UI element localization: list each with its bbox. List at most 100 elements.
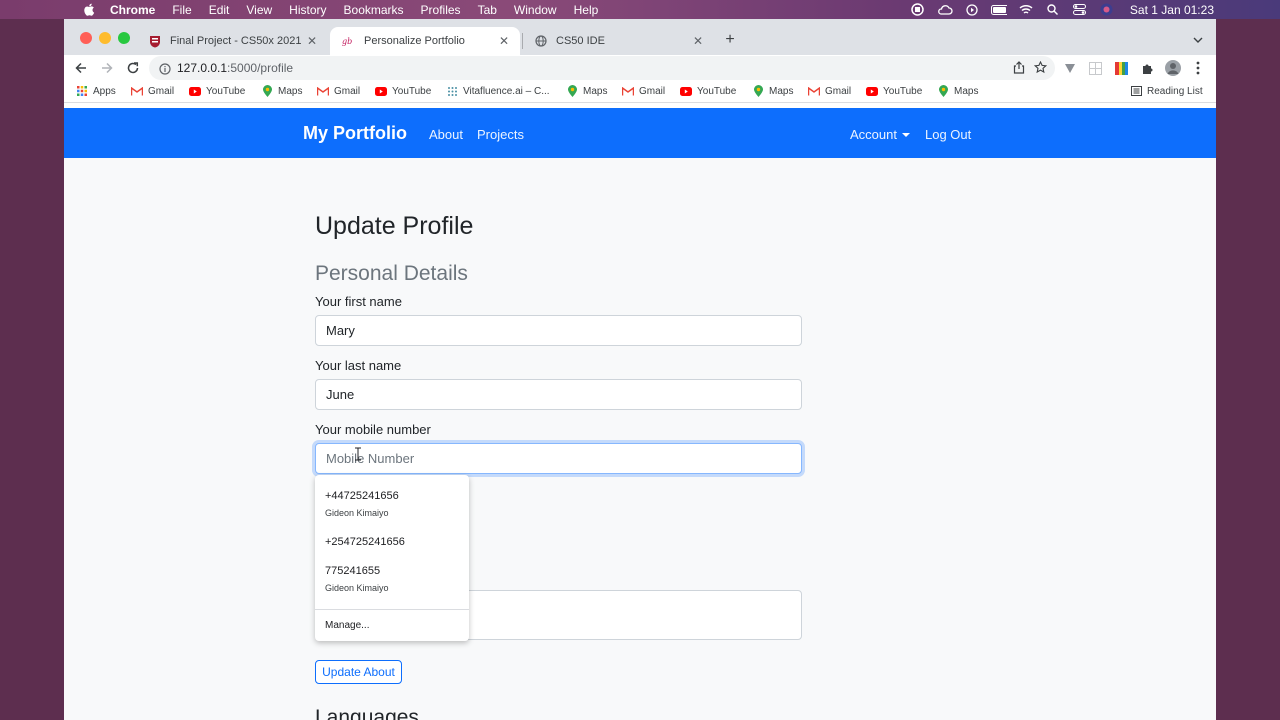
bookmark-label: Vitafluence.ai – C... bbox=[463, 85, 550, 97]
vitafluence-icon bbox=[446, 85, 458, 97]
nav-account-dropdown[interactable]: Account bbox=[850, 127, 910, 142]
menu-help[interactable]: Help bbox=[574, 3, 599, 17]
autofill-suggestion[interactable]: +254725241656 bbox=[325, 536, 405, 548]
reading-list-button[interactable]: Reading List bbox=[1130, 85, 1203, 97]
url-text: 127.0.0.1:5000/profile bbox=[177, 61, 293, 75]
autofill-manage-link[interactable]: Manage... bbox=[325, 620, 369, 631]
bookmark-label: Maps bbox=[583, 85, 608, 97]
battery-icon[interactable] bbox=[990, 4, 1007, 16]
minimize-window-button[interactable] bbox=[99, 32, 111, 44]
maps-pin-icon bbox=[937, 85, 949, 97]
bookmark-maps[interactable]: Maps bbox=[261, 85, 302, 97]
menu-history[interactable]: History bbox=[289, 3, 326, 17]
tab-personalize-portfolio[interactable]: gb Personalize Portfolio ✕ bbox=[330, 27, 520, 55]
autofill-suggestion[interactable]: +44725241656 Gideon Kimaiyo bbox=[325, 490, 399, 518]
menu-file[interactable]: File bbox=[172, 3, 191, 17]
bookmark-gmail[interactable]: Gmail bbox=[131, 85, 174, 97]
profile-avatar-icon[interactable] bbox=[1164, 59, 1182, 77]
nav-link-projects[interactable]: Projects bbox=[477, 127, 524, 142]
back-arrow-icon[interactable] bbox=[72, 59, 90, 77]
url-path: :5000/profile bbox=[227, 61, 294, 75]
close-tab-icon[interactable]: ✕ bbox=[304, 33, 320, 49]
bookmark-label: YouTube bbox=[883, 85, 923, 97]
menu-bookmarks[interactable]: Bookmarks bbox=[344, 3, 404, 17]
site-info-icon[interactable] bbox=[159, 62, 171, 80]
last-name-input[interactable]: June bbox=[315, 379, 802, 410]
bookmark-maps[interactable]: Maps bbox=[752, 85, 793, 97]
bookmark-label: YouTube bbox=[392, 85, 432, 97]
bookmark-label: Apps bbox=[93, 85, 116, 97]
bookmark-youtube[interactable]: YouTube bbox=[680, 85, 736, 97]
gmail-icon bbox=[622, 85, 634, 97]
cloud-sync-icon[interactable] bbox=[937, 4, 953, 16]
menu-chrome[interactable]: Chrome bbox=[110, 3, 155, 17]
nav-link-logout[interactable]: Log Out bbox=[925, 127, 971, 142]
new-tab-icon[interactable]: + bbox=[721, 31, 739, 49]
menu-profiles[interactable]: Profiles bbox=[421, 3, 461, 17]
youtube-icon bbox=[680, 85, 692, 97]
mobile-number-label: Your mobile number bbox=[315, 422, 431, 437]
bookmark-vitafluence[interactable]: Vitafluence.ai – C... bbox=[446, 85, 550, 97]
menubar-clock[interactable]: Sat 1 Jan 01:23 bbox=[1130, 3, 1214, 17]
nav-link-about[interactable]: About bbox=[429, 127, 463, 142]
suggestion-name: Gideon Kimaiyo bbox=[325, 583, 389, 593]
autofill-suggestion[interactable]: 775241655 Gideon Kimaiyo bbox=[325, 565, 389, 593]
mobile-number-input[interactable]: Mobile Number bbox=[315, 443, 802, 474]
site-brand[interactable]: My Portfolio bbox=[303, 123, 407, 144]
close-window-button[interactable] bbox=[80, 32, 92, 44]
zoom-window-button[interactable] bbox=[118, 32, 130, 44]
spotlight-search-icon[interactable] bbox=[1045, 4, 1061, 16]
bookmark-apps[interactable]: Apps bbox=[76, 85, 116, 97]
tab-cs50-ide[interactable]: CS50 IDE ✕ bbox=[522, 27, 714, 55]
play-circle-icon[interactable] bbox=[964, 3, 980, 16]
menu-view[interactable]: View bbox=[246, 3, 272, 17]
bookmark-gmail[interactable]: Gmail bbox=[808, 85, 851, 97]
close-tab-icon[interactable]: ✕ bbox=[496, 33, 512, 49]
close-tab-icon[interactable]: ✕ bbox=[690, 33, 706, 49]
extension-grid-icon[interactable] bbox=[1086, 59, 1104, 77]
reading-list-icon bbox=[1130, 85, 1142, 97]
first-name-value: Mary bbox=[326, 323, 355, 338]
screen-record-icon[interactable] bbox=[910, 3, 926, 16]
last-name-value: June bbox=[326, 387, 355, 402]
bookmark-youtube[interactable]: YouTube bbox=[375, 85, 431, 97]
bookmark-label: YouTube bbox=[206, 85, 246, 97]
menu-window[interactable]: Window bbox=[514, 3, 557, 17]
forward-arrow-icon[interactable] bbox=[98, 59, 116, 77]
reading-list-label: Reading List bbox=[1147, 85, 1203, 97]
bookmark-star-icon[interactable] bbox=[1033, 60, 1048, 79]
first-name-input[interactable]: Mary bbox=[315, 315, 802, 346]
first-name-label: Your first name bbox=[315, 294, 402, 309]
bookmark-label: Gmail bbox=[639, 85, 666, 97]
tab-title: Personalize Portfolio bbox=[364, 35, 465, 47]
bookmark-youtube[interactable]: YouTube bbox=[866, 85, 922, 97]
bookmark-maps[interactable]: Maps bbox=[566, 85, 607, 97]
address-bar[interactable]: 127.0.0.1:5000/profile bbox=[149, 56, 1055, 80]
apps-grid-icon bbox=[76, 85, 88, 97]
control-center-icon[interactable] bbox=[1072, 4, 1088, 16]
languages-heading: Languages bbox=[315, 706, 419, 720]
bookmark-maps[interactable]: Maps bbox=[937, 85, 978, 97]
tab-title: CS50 IDE bbox=[556, 35, 605, 47]
suggestion-name: Gideon Kimaiyo bbox=[325, 508, 389, 518]
extensions-puzzle-icon[interactable] bbox=[1138, 59, 1156, 77]
update-about-button[interactable]: Update About bbox=[315, 660, 402, 684]
tab-search-chevron-icon[interactable] bbox=[1189, 31, 1207, 49]
menu-edit[interactable]: Edit bbox=[209, 3, 230, 17]
apple-logo-icon[interactable] bbox=[80, 3, 98, 16]
color-palette-extension-icon[interactable] bbox=[1112, 59, 1130, 77]
svg-text:gb: gb bbox=[342, 37, 352, 46]
siri-icon[interactable] bbox=[1099, 3, 1115, 16]
chrome-menu-icon[interactable] bbox=[1189, 59, 1207, 77]
tab-final-project[interactable]: Final Project - CS50x 2021 ✕ bbox=[136, 27, 328, 55]
menu-tab[interactable]: Tab bbox=[478, 3, 497, 17]
reload-icon[interactable] bbox=[124, 59, 142, 77]
share-icon[interactable] bbox=[1013, 61, 1025, 79]
maps-pin-icon bbox=[752, 85, 764, 97]
vitafluence-extension-icon[interactable] bbox=[1061, 59, 1079, 77]
wifi-icon[interactable] bbox=[1018, 4, 1034, 16]
bookmark-gmail[interactable]: Gmail bbox=[622, 85, 665, 97]
autofill-dropdown: +44725241656 Gideon Kimaiyo +25472524165… bbox=[315, 475, 469, 641]
bookmark-youtube[interactable]: YouTube bbox=[189, 85, 245, 97]
bookmark-gmail[interactable]: Gmail bbox=[317, 85, 360, 97]
